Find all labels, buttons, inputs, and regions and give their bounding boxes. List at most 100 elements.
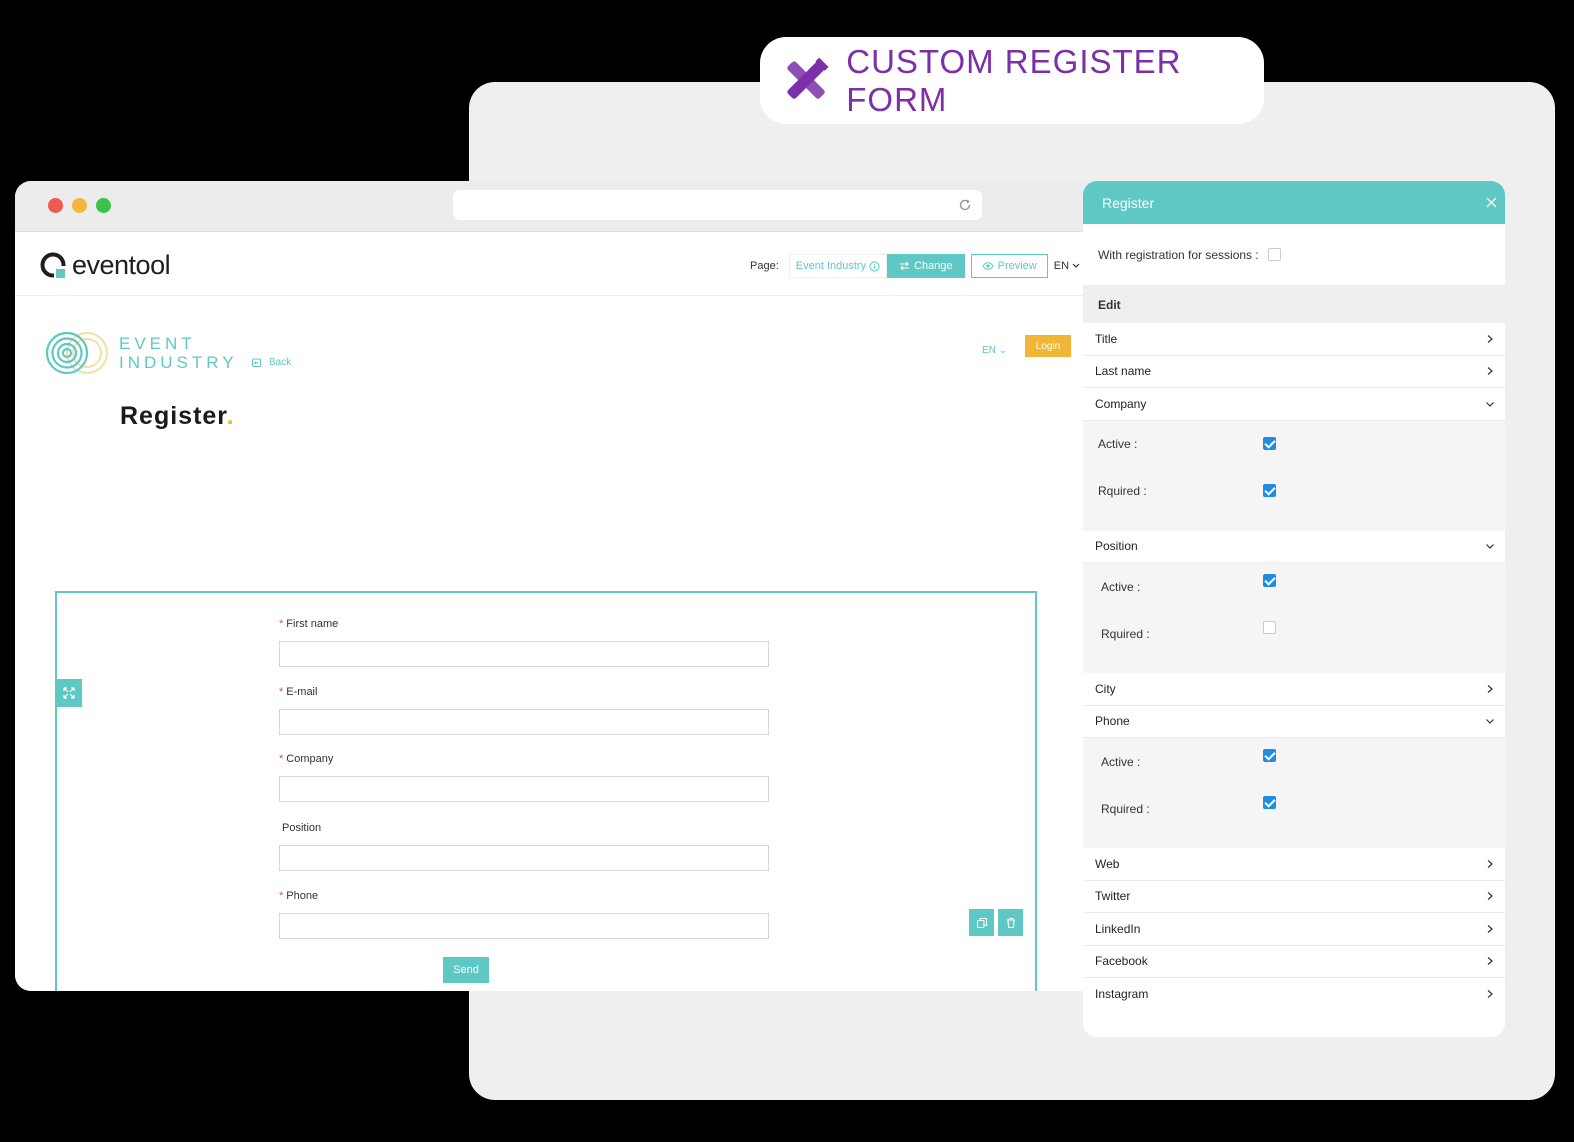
position-active-checkbox[interactable] bbox=[1263, 574, 1276, 587]
field-row-title[interactable]: Title bbox=[1083, 323, 1505, 356]
field-label-text: Phone bbox=[286, 890, 319, 902]
required-marker: * bbox=[279, 686, 284, 698]
field-row-city[interactable]: City bbox=[1083, 673, 1505, 706]
required-label: Rquired : bbox=[1101, 801, 1150, 816]
email-input[interactable] bbox=[279, 709, 769, 735]
chevron-right-icon bbox=[1487, 334, 1493, 343]
field-row-label: LinkedIn bbox=[1095, 921, 1141, 936]
site-language-select[interactable]: EN ⌄ bbox=[982, 345, 1007, 356]
email-field: * E-mail bbox=[279, 686, 769, 735]
send-button[interactable]: Send bbox=[443, 957, 489, 983]
position-required-row: Rquired : bbox=[1083, 610, 1505, 657]
feature-badge: CUSTOM REGISTER FORM bbox=[760, 37, 1264, 124]
position-input[interactable] bbox=[279, 845, 769, 871]
phone-input[interactable] bbox=[279, 913, 769, 939]
chevron-right-icon bbox=[1487, 892, 1493, 901]
position-required-checkbox[interactable] bbox=[1263, 621, 1276, 634]
company-active-checkbox[interactable] bbox=[1263, 436, 1276, 450]
language-select[interactable]: EN bbox=[1054, 260, 1080, 272]
expand-icon bbox=[63, 687, 75, 699]
field-row-linkedin[interactable]: LinkedIn bbox=[1083, 913, 1505, 946]
panel-header: Register bbox=[1083, 181, 1505, 224]
copy-icon bbox=[976, 917, 987, 928]
field-label: * First name bbox=[279, 618, 769, 632]
page-controls: Page: Event Industry Change Preview EN bbox=[750, 254, 1080, 278]
language-value: EN bbox=[1053, 260, 1070, 272]
page-title-text: Register bbox=[120, 402, 227, 430]
pencil-ruler-icon bbox=[787, 57, 829, 99]
field-row-facebook[interactable]: Facebook bbox=[1083, 946, 1505, 978]
duplicate-block-button[interactable] bbox=[969, 909, 994, 936]
field-row-company[interactable]: Company bbox=[1083, 388, 1505, 421]
change-page-button[interactable]: Change bbox=[887, 254, 965, 278]
reload-icon[interactable] bbox=[958, 198, 972, 212]
field-row-label: Web bbox=[1095, 856, 1120, 871]
register-form-block[interactable]: * First name * E-mail * Company Position * P… bbox=[55, 591, 1037, 991]
swap-icon bbox=[900, 261, 910, 271]
first-name-input[interactable] bbox=[279, 641, 769, 667]
logo-line-1: EVENT bbox=[119, 334, 196, 353]
edit-section-header: Edit bbox=[1083, 286, 1505, 323]
chevron-right-icon bbox=[1487, 924, 1493, 933]
event-industry-logo-text: EVENT INDUSTRY bbox=[119, 334, 238, 372]
required-label: Rquired : bbox=[1101, 626, 1150, 641]
eventool-logo-text: eventool bbox=[72, 250, 171, 280]
chevron-right-icon bbox=[1487, 957, 1493, 966]
close-icon[interactable] bbox=[1486, 197, 1497, 208]
preview-label: Preview bbox=[997, 260, 1037, 272]
active-label: Active : bbox=[1101, 579, 1141, 594]
company-input[interactable] bbox=[279, 776, 769, 802]
field-label: * E-mail bbox=[279, 686, 769, 700]
position-settings: Active : Rquired : bbox=[1083, 563, 1505, 673]
field-row-last-name[interactable]: Last name bbox=[1083, 356, 1505, 388]
field-row-label: Position bbox=[1095, 539, 1138, 554]
required-marker: * bbox=[279, 753, 284, 765]
page-canvas: EVENT INDUSTRY Back EN ⌄ Login Register.… bbox=[15, 296, 1105, 991]
chevron-right-icon bbox=[1487, 859, 1493, 868]
active-label: Active : bbox=[1101, 754, 1141, 769]
company-field: * Company bbox=[279, 753, 769, 802]
minimize-window-button[interactable] bbox=[72, 198, 87, 213]
sessions-label: With registration for sessions : bbox=[1098, 247, 1259, 262]
event-industry-logo: EVENT INDUSTRY bbox=[45, 331, 238, 375]
sessions-setting: With registration for sessions : bbox=[1083, 224, 1505, 286]
sessions-checkbox[interactable] bbox=[1267, 248, 1281, 261]
delete-block-button[interactable] bbox=[998, 909, 1023, 936]
address-bar[interactable] bbox=[453, 190, 982, 220]
field-row-position[interactable]: Position bbox=[1083, 531, 1505, 563]
phone-active-row: Active : bbox=[1083, 738, 1505, 785]
chevron-down-icon: ⌄ bbox=[998, 345, 1008, 356]
expand-block-button[interactable] bbox=[56, 679, 82, 707]
chevron-down-icon bbox=[1486, 544, 1494, 550]
back-link[interactable]: Back bbox=[251, 357, 291, 368]
phone-required-checkbox[interactable] bbox=[1263, 796, 1276, 809]
close-window-button[interactable] bbox=[48, 198, 63, 213]
field-row-label: Phone bbox=[1095, 714, 1130, 729]
phone-settings: Active : Rquired : bbox=[1083, 738, 1505, 848]
trash-icon bbox=[1006, 917, 1015, 928]
field-label: * Company bbox=[279, 753, 769, 767]
field-label-text: First name bbox=[286, 618, 339, 630]
badge-title: CUSTOM REGISTER FORM bbox=[846, 42, 1182, 118]
field-row-phone[interactable]: Phone bbox=[1083, 706, 1505, 738]
field-row-instagram[interactable]: Instagram bbox=[1083, 978, 1505, 1011]
login-button[interactable]: Login bbox=[1025, 335, 1071, 357]
field-row-label: City bbox=[1095, 681, 1116, 696]
phone-field: * Phone bbox=[279, 890, 769, 939]
preview-button[interactable]: Preview bbox=[970, 254, 1048, 278]
page-name: Event Industry bbox=[795, 260, 867, 272]
chevron-down-icon bbox=[1486, 401, 1494, 407]
chevron-right-icon bbox=[1487, 684, 1493, 693]
chevron-right-icon bbox=[1487, 990, 1493, 999]
field-label: * Phone bbox=[279, 890, 769, 904]
field-row-label: Twitter bbox=[1095, 889, 1131, 904]
page-selector[interactable]: Event Industry bbox=[788, 254, 888, 278]
field-label-text: Company bbox=[286, 753, 334, 765]
maximize-window-button[interactable] bbox=[96, 198, 111, 213]
field-row-twitter[interactable]: Twitter bbox=[1083, 881, 1505, 913]
phone-active-checkbox[interactable] bbox=[1263, 749, 1276, 762]
company-active-row: Active : bbox=[1083, 421, 1505, 468]
company-required-checkbox[interactable] bbox=[1263, 483, 1276, 497]
position-active-row: Active : bbox=[1083, 563, 1505, 610]
field-row-web[interactable]: Web bbox=[1083, 848, 1505, 881]
